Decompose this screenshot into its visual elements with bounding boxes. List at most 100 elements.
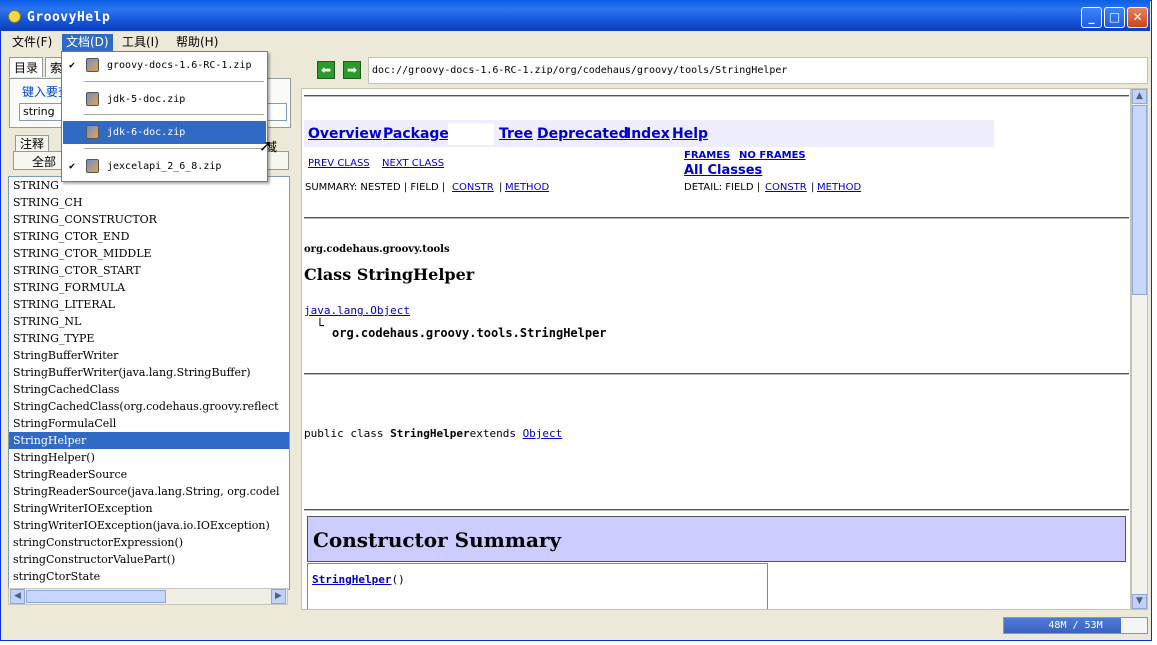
zip-icon [86, 92, 99, 106]
nav-help[interactable]: Help [672, 126, 708, 142]
ctor-signature: StringHelper() [312, 573, 405, 586]
filter-all[interactable]: 全部 [32, 153, 56, 170]
index-row[interactable]: StringWriterIOException [9, 500, 289, 517]
tab-contents[interactable]: 目录 [9, 57, 44, 77]
package-name: org.codehaus.groovy.tools [304, 244, 450, 255]
title-bar[interactable]: GroovyHelp _ □ ✕ [0, 0, 1150, 31]
menu-docs[interactable]: 文档(D) [62, 34, 113, 51]
index-row[interactable]: StringReaderSource(java.lang.String, org… [9, 483, 289, 500]
scroll-left-button[interactable]: ◀ [10, 589, 25, 604]
decl-prefix: public class [304, 427, 391, 440]
hierarchy-connector: └ [316, 319, 324, 334]
index-row[interactable]: StringHelper() [9, 449, 289, 466]
index-row[interactable]: StringFormulaCell [9, 415, 289, 432]
menu-tools[interactable]: 工具(I) [118, 34, 163, 51]
splitter[interactable] [291, 54, 297, 610]
menu-help[interactable]: 帮助(H) [172, 34, 222, 51]
all-classes-link[interactable]: All Classes [684, 163, 762, 178]
decl-super-link[interactable]: Object [523, 427, 563, 440]
doc-item-jdk6[interactable]: jdk-6-doc.zip [63, 121, 266, 144]
index-row[interactable]: STRING_NL [9, 313, 289, 330]
superclass-link[interactable]: java.lang.Object [304, 304, 410, 317]
index-row[interactable]: StringWriterIOException(java.io.IOExcept… [9, 517, 289, 534]
summary-method-link[interactable]: METHOD [505, 182, 549, 193]
scroll-up-button[interactable]: ▲ [1132, 89, 1147, 104]
class-hierarchy-name: org.codehaus.groovy.tools.StringHelper [332, 326, 607, 340]
menu-file[interactable]: 文件(F) [8, 34, 56, 51]
detail-label: DETAIL: FIELD | [684, 182, 761, 193]
next-class-link[interactable]: NEXT CLASS [382, 158, 444, 169]
index-row[interactable]: StringReaderSource [9, 466, 289, 483]
decl-extends: extends [469, 427, 523, 440]
doc-item-jdk5[interactable]: jdk-5-doc.zip [63, 88, 266, 111]
class-declaration: public class StringHelperextends Object [304, 427, 562, 440]
ctor-link[interactable]: StringHelper [312, 573, 391, 586]
index-row[interactable]: STRING_CTOR_START [9, 262, 289, 279]
app-icon [8, 10, 21, 23]
constructor-row: StringHelper() [307, 563, 768, 609]
frames-link[interactable]: FRAMES [684, 150, 730, 161]
class-title: Class StringHelper [304, 265, 475, 284]
zip-icon [86, 58, 99, 72]
index-row[interactable]: stringConstructorExpression() [9, 534, 289, 551]
scroll-down-button[interactable]: ▼ [1132, 594, 1147, 609]
constructor-summary-header: Constructor Summary [307, 516, 1126, 562]
index-row[interactable]: STRING_CH [9, 194, 289, 211]
nav-deprecated[interactable]: Deprecated [537, 126, 629, 142]
detail-method-link[interactable]: METHOD [817, 182, 861, 193]
vscroll-thumb[interactable] [1132, 105, 1147, 295]
index-list[interactable]: STRING STRING_CH STRING_CONSTRUCTOR STRING_… [8, 176, 290, 590]
index-row[interactable]: StringBufferWriter(java.lang.StringBuffe… [9, 364, 289, 381]
document-view: Overview Package Tree Deprecated Index H… [301, 88, 1131, 610]
doc-item-groovy[interactable]: ✔ groovy-docs-1.6-RC-1.zip [63, 54, 266, 77]
address-bar[interactable]: doc://groovy-docs-1.6-RC-1.zip/org/codeh… [368, 57, 1148, 84]
index-row[interactable]: stringConstructorValuePart() [9, 551, 289, 568]
doc-item-jexcel[interactable]: ✔ jexcelapi_2_6_8.zip [63, 155, 266, 178]
prev-class-link[interactable]: PREV CLASS [308, 158, 370, 169]
constructor-summary-title: Constructor Summary [313, 528, 562, 552]
forward-button[interactable]: ➡ [343, 61, 361, 79]
index-row[interactable]: StringHelper [9, 432, 289, 449]
index-row[interactable]: StringCachedClass [9, 381, 289, 398]
nav-index[interactable]: Index [626, 126, 670, 142]
index-row[interactable]: STRING_LITERAL [9, 296, 289, 313]
check-icon: ✔ [69, 161, 76, 172]
window-title: GroovyHelp [27, 10, 111, 25]
index-row[interactable]: STRING_TYPE [9, 330, 289, 347]
nav-package[interactable]: Package [383, 126, 449, 142]
decl-name: StringHelper [390, 427, 470, 440]
index-row[interactable]: STRING_CTOR_MIDDLE [9, 245, 289, 262]
nav-class-cell [448, 123, 494, 145]
zip-icon [86, 159, 99, 173]
detail-sep: | [811, 182, 815, 193]
nav-tree[interactable]: Tree [499, 126, 533, 142]
subtab-comments[interactable]: 注释 [15, 135, 50, 151]
scroll-thumb[interactable] [26, 590, 166, 603]
summary-sep: | [499, 182, 503, 193]
index-row[interactable]: STRING_FORMULA [9, 279, 289, 296]
vertical-scrollbar[interactable]: ▲ ▼ [1131, 88, 1148, 610]
memory-text: 48M / 53M [1048, 620, 1103, 631]
mouse-cursor-icon: ➚ [259, 136, 273, 155]
scroll-right-button[interactable]: ▶ [271, 589, 286, 604]
close-button[interactable]: ✕ [1127, 7, 1148, 28]
index-row[interactable]: stringCtorState [9, 568, 289, 585]
nav-overview[interactable]: Overview [308, 126, 382, 142]
memory-indicator: 48M / 53M [1003, 617, 1148, 634]
summary-constr-link[interactable]: CONSTR [452, 182, 494, 193]
back-button[interactable]: ⬅ [317, 61, 335, 79]
index-row[interactable]: StringCachedClass(org.codehaus.groovy.re… [9, 398, 289, 415]
maximize-button[interactable]: □ [1104, 7, 1125, 28]
summary-label: SUMMARY: NESTED | FIELD | [305, 182, 446, 193]
index-row[interactable]: StringBufferWriter [9, 347, 289, 364]
horizontal-scrollbar[interactable]: ◀ ▶ [8, 588, 288, 605]
no-frames-link[interactable]: NO FRAMES [739, 150, 806, 161]
docs-dropdown: ✔ groovy-docs-1.6-RC-1.zip jdk-5-doc.zip… [61, 51, 268, 182]
detail-constr-link[interactable]: CONSTR [765, 182, 807, 193]
check-icon: ✔ [69, 60, 76, 71]
index-row[interactable]: STRING_CONSTRUCTOR [9, 211, 289, 228]
minimize-button[interactable]: _ [1081, 7, 1102, 28]
zip-icon [86, 125, 99, 139]
index-row[interactable]: STRING_CTOR_END [9, 228, 289, 245]
menu-bar: 文件(F) 文档(D) 工具(I) 帮助(H) [5, 32, 1150, 52]
